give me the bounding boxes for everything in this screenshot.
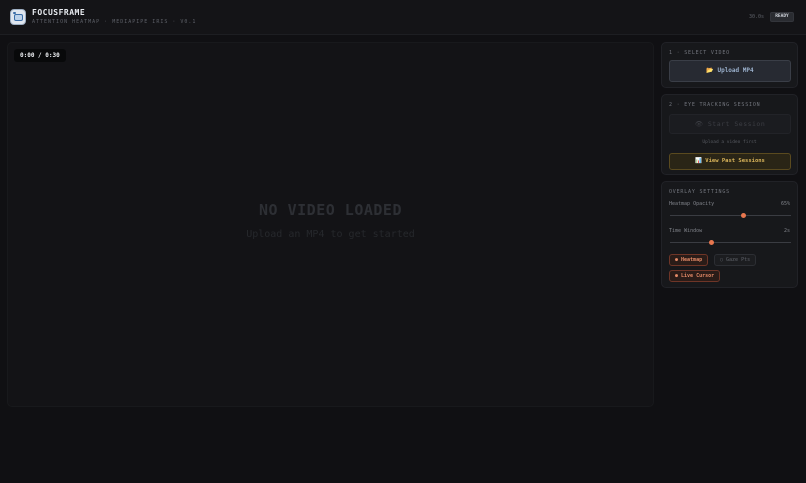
app-subtitle: ATTENTION HEATMAP · MEDIAPIPE IRIS · V0.…: [32, 19, 197, 25]
app-header: FOCUSFRAME ATTENTION HEATMAP · MEDIAPIPE…: [0, 0, 806, 35]
section-title-eye-tracking: 2 · EYE TRACKING SESSION: [669, 102, 761, 108]
empty-state-title: NO VIDEO LOADED: [259, 201, 402, 219]
app-logo-icon: [10, 9, 26, 25]
start-session-button[interactable]: 👁 Start Session: [669, 114, 791, 134]
view-past-sessions-button[interactable]: 📊 View Past Sessions: [669, 153, 791, 170]
heatmap-toggle[interactable]: ● Heatmap: [669, 254, 709, 266]
time-window-value: 2s: [783, 228, 790, 234]
section-title-overlay: OVERLAY SETTINGS: [669, 189, 730, 195]
eye-tracking-card: 2 · EYE TRACKING SESSION 👁 Start Session…: [661, 94, 798, 175]
time-window-slider[interactable]: [670, 240, 791, 245]
heatmap-opacity-value: 65%: [780, 201, 790, 207]
heatmap-opacity-label: Heatmap Opacity: [669, 201, 715, 207]
gaze-points-toggle[interactable]: ○ Gaze Pts: [714, 254, 757, 266]
fps-readout: 30.0s: [748, 14, 764, 20]
status-badge: READY: [770, 12, 794, 22]
section-title-select-video: 1 · SELECT VIDEO: [669, 50, 730, 56]
upload-first-hint: Upload a video first: [702, 140, 757, 145]
select-video-card: 1 · SELECT VIDEO 📂 Upload MP4: [661, 42, 798, 88]
app-title: FOCUSFRAME: [32, 8, 86, 17]
heatmap-opacity-thumb[interactable]: [741, 213, 747, 218]
time-window-label: Time Window: [669, 228, 703, 234]
overlay-settings-card: OVERLAY SETTINGS Heatmap Opacity 65% Tim…: [661, 181, 798, 288]
empty-state-hint: Upload an MP4 to get started: [246, 229, 415, 240]
live-cursor-toggle[interactable]: ● Live Cursor: [669, 270, 721, 282]
heatmap-opacity-slider[interactable]: [670, 213, 791, 218]
time-window-thumb[interactable]: [708, 240, 714, 245]
time-readout: 0:00 / 0:30: [14, 49, 66, 62]
upload-mp4-button[interactable]: 📂 Upload MP4: [669, 60, 791, 82]
video-player[interactable]: 0:00 / 0:30 NO VIDEO LOADED Upload an MP…: [7, 42, 654, 407]
